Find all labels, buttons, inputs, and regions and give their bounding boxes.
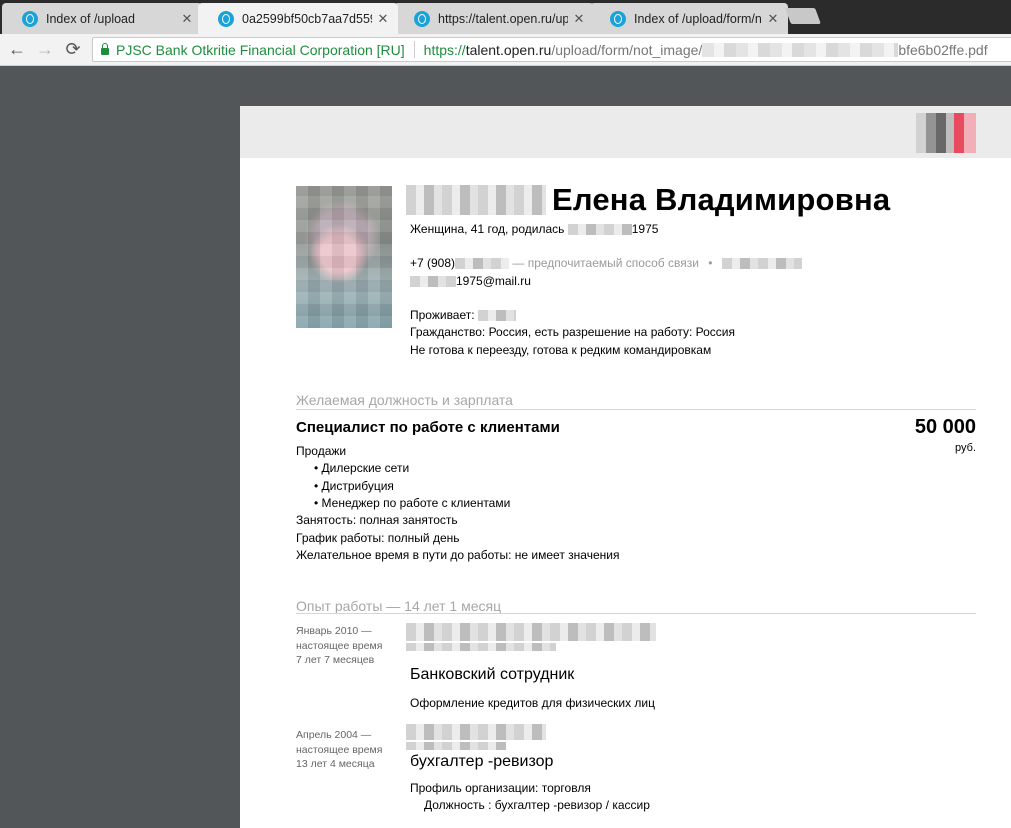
summary-prefix: Женщина, 41 год, родилась bbox=[410, 222, 565, 236]
site-favicon-icon bbox=[22, 10, 38, 27]
job-title: бухгалтер -ревизор bbox=[410, 753, 554, 770]
tab-title: Index of /upload bbox=[46, 11, 135, 26]
job-start: Январь 2010 — bbox=[296, 625, 372, 637]
job-description: Должность : бухгалтер -ревизор / кассир bbox=[424, 798, 650, 812]
professional-area: Продажи bbox=[296, 444, 347, 458]
pdf-page[interactable]: Елена Владимировна Женщина, 41 год, роди… bbox=[240, 106, 1011, 828]
job-title: Банковский сотрудник bbox=[410, 666, 575, 683]
forward-arrow-icon[interactable]: → bbox=[34, 38, 56, 60]
url-host: talent.open.ru bbox=[465, 41, 552, 58]
redacted-employer bbox=[406, 623, 656, 651]
job-description: Профиль организации: торговля bbox=[410, 781, 591, 795]
job-description: Оформление кредитов для физических лиц bbox=[410, 696, 656, 710]
specialization-item: • Менеджер по работе с клиентами bbox=[314, 496, 511, 510]
candidate-name: Елена Владимировна bbox=[552, 182, 891, 217]
site-favicon-icon bbox=[610, 10, 626, 27]
commute-time: Желательное время в пути до работы: не и… bbox=[296, 548, 620, 562]
candidate-name-row: Елена Владимировна bbox=[406, 182, 890, 218]
viewer-background bbox=[0, 66, 240, 828]
employment-type: Занятость: полная занятость bbox=[296, 513, 458, 527]
experience-heading: Опыт работы — 14 лет 1 месяц bbox=[296, 598, 502, 614]
redacted-employer bbox=[406, 724, 546, 750]
close-icon[interactable]: ✕ bbox=[572, 11, 586, 27]
url-redacted bbox=[702, 42, 899, 57]
preferred-contact-note: — предпочитаемый способ связи bbox=[512, 256, 699, 270]
relocation-text: Не готова к переезду, готова к редким ко… bbox=[410, 343, 712, 357]
redacted-employer-line bbox=[406, 643, 556, 651]
security-org-label[interactable]: PJSC Bank Otkritie Financial Corporation… bbox=[116, 42, 405, 58]
omnibox-separator bbox=[413, 41, 415, 58]
redacted-birthdate bbox=[567, 224, 632, 236]
tab-title: https://talent.open.ru/up bbox=[438, 11, 568, 26]
phone-line: +7 (908) — предпочитаемый способ связи • bbox=[410, 256, 802, 270]
candidate-photo bbox=[296, 186, 392, 328]
job-duration: 7 лет 7 месяцев bbox=[296, 654, 375, 666]
job-dates: Апрель 2004 — настоящее время 13 лет 4 м… bbox=[296, 728, 382, 772]
tab-strip: Index of /upload ✕ 0a2599bf50cb7aa7d559c… bbox=[0, 0, 1011, 34]
tab-talent-url[interactable]: https://talent.open.ru/up ✕ bbox=[394, 3, 594, 34]
desired-position-title: Специалист по работе с клиентами bbox=[296, 419, 560, 436]
summary-line: Женщина, 41 год, родилась 1975 bbox=[410, 222, 658, 236]
salary-amount: 50 000 bbox=[914, 416, 976, 438]
redacted-surname bbox=[406, 185, 546, 215]
page-header-band bbox=[240, 106, 1011, 158]
job-end: настоящее время bbox=[296, 743, 383, 756]
site-favicon-icon bbox=[218, 10, 234, 27]
citizenship-text: Гражданство: Россия, есть разрешение на … bbox=[410, 325, 735, 339]
redacted-city bbox=[477, 310, 516, 322]
tab-index-upload[interactable]: Index of /upload ✕ bbox=[2, 3, 202, 34]
url-path: /upload/form/not_image/ bbox=[551, 41, 703, 58]
summary-year: 1975 bbox=[631, 222, 659, 236]
close-icon[interactable]: ✕ bbox=[180, 11, 194, 27]
back-arrow-icon[interactable]: ← bbox=[6, 38, 28, 60]
section-divider bbox=[296, 409, 976, 410]
tab-title: Index of /upload/form/n bbox=[634, 11, 762, 26]
company-logo bbox=[916, 113, 976, 153]
job-end: настоящее время bbox=[296, 639, 383, 652]
url-scheme: https:// bbox=[423, 41, 466, 58]
redacted-employer-line bbox=[406, 724, 546, 740]
browser-toolbar: ← → ⟳ PJSC Bank Otkritie Financial Corpo… bbox=[0, 34, 1011, 66]
url-tail: bfe6b02ffe.pdf bbox=[898, 41, 988, 58]
tab-title: 0a2599bf50cb7aa7d559c bbox=[242, 11, 372, 26]
desired-position-heading: Желаемая должность и зарплата bbox=[296, 392, 513, 408]
specialization-item: • Дистрибуция bbox=[314, 479, 394, 493]
close-icon[interactable]: ✕ bbox=[376, 11, 390, 27]
redacted-phone bbox=[455, 258, 510, 270]
job-duration: 13 лет 4 месяца bbox=[296, 758, 375, 770]
redacted-employer-line bbox=[406, 742, 506, 750]
lives-in-line: Проживает: bbox=[410, 308, 516, 322]
lives-in-label: Проживает: bbox=[410, 308, 475, 322]
job-dates: Январь 2010 — настоящее время 7 лет 7 ме… bbox=[296, 624, 382, 668]
email: 1975@mail.ru bbox=[456, 274, 531, 288]
lock-icon[interactable] bbox=[101, 43, 109, 55]
salary-currency: руб. bbox=[955, 442, 976, 454]
tab-pdf-active[interactable]: 0a2599bf50cb7aa7d559c ✕ bbox=[198, 3, 398, 34]
redacted-employer-line bbox=[406, 623, 656, 641]
specialization-item: • Дилерские сети bbox=[314, 461, 410, 475]
site-favicon-icon bbox=[414, 10, 430, 27]
address-bar[interactable]: PJSC Bank Otkritie Financial Corporation… bbox=[92, 37, 1011, 62]
close-icon[interactable]: ✕ bbox=[766, 11, 780, 27]
redacted-email bbox=[410, 276, 456, 288]
bullet-separator: • bbox=[708, 256, 713, 270]
phone-number: +7 (908) bbox=[410, 256, 456, 270]
work-schedule: График работы: полный день bbox=[296, 531, 460, 545]
job-start: Апрель 2004 — bbox=[296, 729, 372, 741]
new-tab-button[interactable] bbox=[785, 8, 821, 24]
email-line: 1975@mail.ru bbox=[410, 274, 531, 288]
section-divider bbox=[296, 613, 976, 614]
tab-index-upload-form[interactable]: Index of /upload/form/n ✕ bbox=[590, 3, 788, 34]
redacted-contact bbox=[721, 258, 802, 270]
reload-icon[interactable]: ⟳ bbox=[62, 38, 84, 60]
